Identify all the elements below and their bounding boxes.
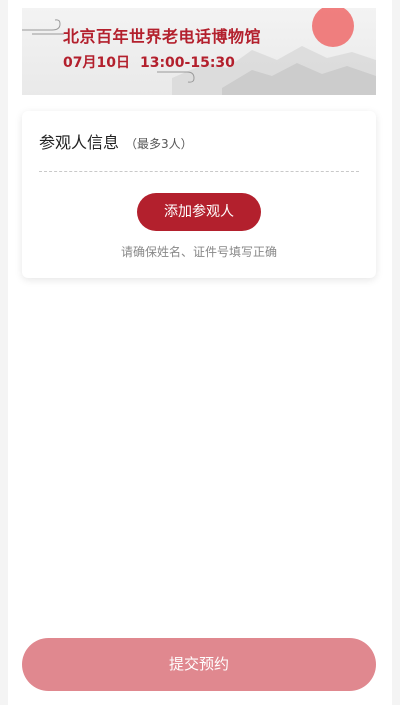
cloud-swirl-shape [22,19,61,31]
visit-date: 07月10日 [63,55,130,71]
submit-reservation-button[interactable]: 提交预约 [22,638,376,691]
visit-time: 07月10日 13:00-15:30 [63,52,235,72]
visitor-info-card: 参观人信息 （最多3人） 添加参观人 请确保姓名、证件号填写正确 [22,111,376,278]
visit-time-range: 13:00-15:30 [139,55,235,71]
visitor-info-title: 参观人信息 [39,133,120,152]
sun-shape [312,8,354,47]
visitor-info-header: 参观人信息 （最多3人） [39,129,193,153]
venue-banner: 北京百年世界老电话博物馆 07月10日 13:00-15:30 [22,8,376,95]
add-visitor-button[interactable]: 添加参观人 [137,193,261,231]
dashed-divider [39,171,359,172]
venue-title: 北京百年世界老电话博物馆 [63,27,262,46]
id-accuracy-note: 请确保姓名、证件号填写正确 [120,245,277,259]
page-background [8,0,392,705]
visitor-limit-hint: （最多3人） [125,137,193,151]
